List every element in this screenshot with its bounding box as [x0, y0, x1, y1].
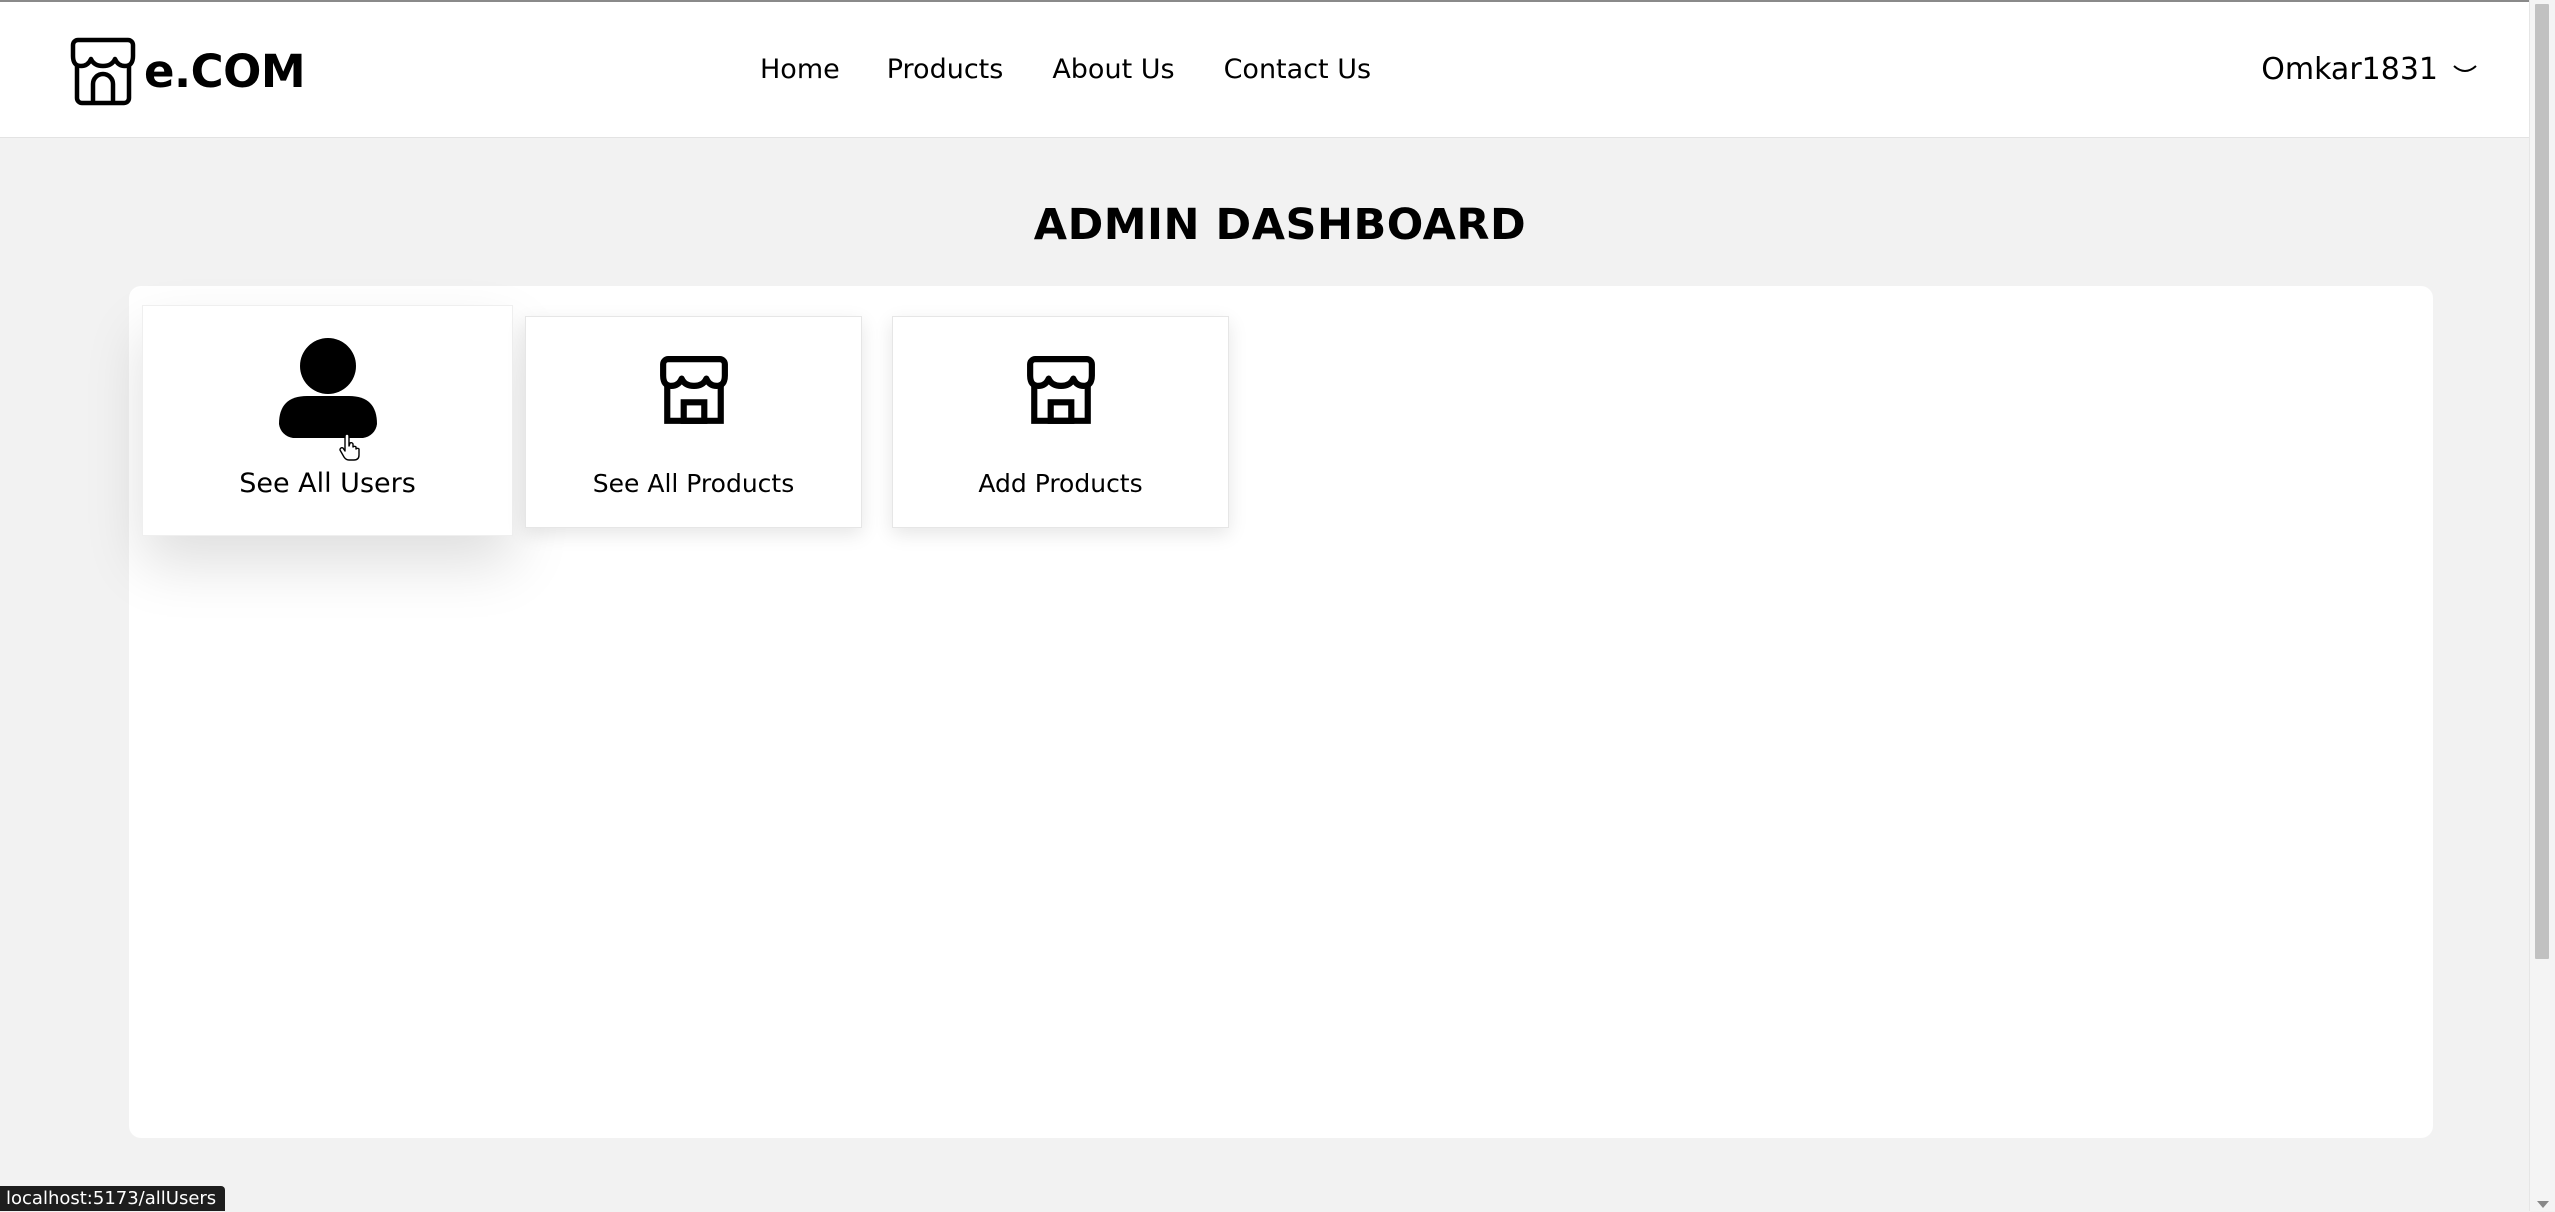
- store-icon: [70, 36, 136, 106]
- user-menu-dropdown[interactable]: Omkar1831: [2261, 52, 2478, 87]
- store-icon: [1025, 317, 1097, 469]
- page-title: ADMIN DASHBOARD: [1033, 200, 1527, 250]
- brand-logo[interactable]: e.COM: [70, 36, 306, 106]
- status-bar-url: localhost:5173/allUsers: [0, 1186, 226, 1211]
- top-navbar: e.COM Home Products About Us Contact Us …: [0, 0, 2530, 138]
- see-all-products-card[interactable]: See All Products: [525, 316, 862, 528]
- nav-home-link[interactable]: Home: [760, 54, 840, 85]
- chevron-down-icon: [2452, 63, 2478, 77]
- username-label: Omkar1831: [2261, 52, 2438, 87]
- nav-products-link[interactable]: Products: [887, 54, 1004, 85]
- scrollbar-thumb[interactable]: [2535, 4, 2549, 959]
- nav-contact-link[interactable]: Contact Us: [1224, 54, 1371, 85]
- vertical-scrollbar[interactable]: [2529, 0, 2555, 1211]
- store-icon: [658, 317, 730, 469]
- user-icon: [277, 306, 379, 468]
- add-products-card[interactable]: Add Products: [892, 316, 1229, 528]
- hand-pointer-icon: [339, 433, 361, 466]
- card-label: See All Products: [592, 469, 795, 498]
- see-all-users-card[interactable]: See All Users: [142, 305, 513, 536]
- main-nav: Home Products About Us Contact Us: [760, 54, 1420, 85]
- card-label: See All Users: [239, 468, 416, 499]
- brand-name: e.COM: [144, 44, 306, 98]
- card-label: Add Products: [978, 469, 1143, 498]
- scroll-down-arrow-icon[interactable]: [2537, 1201, 2549, 1208]
- nav-about-link[interactable]: About Us: [1052, 54, 1174, 85]
